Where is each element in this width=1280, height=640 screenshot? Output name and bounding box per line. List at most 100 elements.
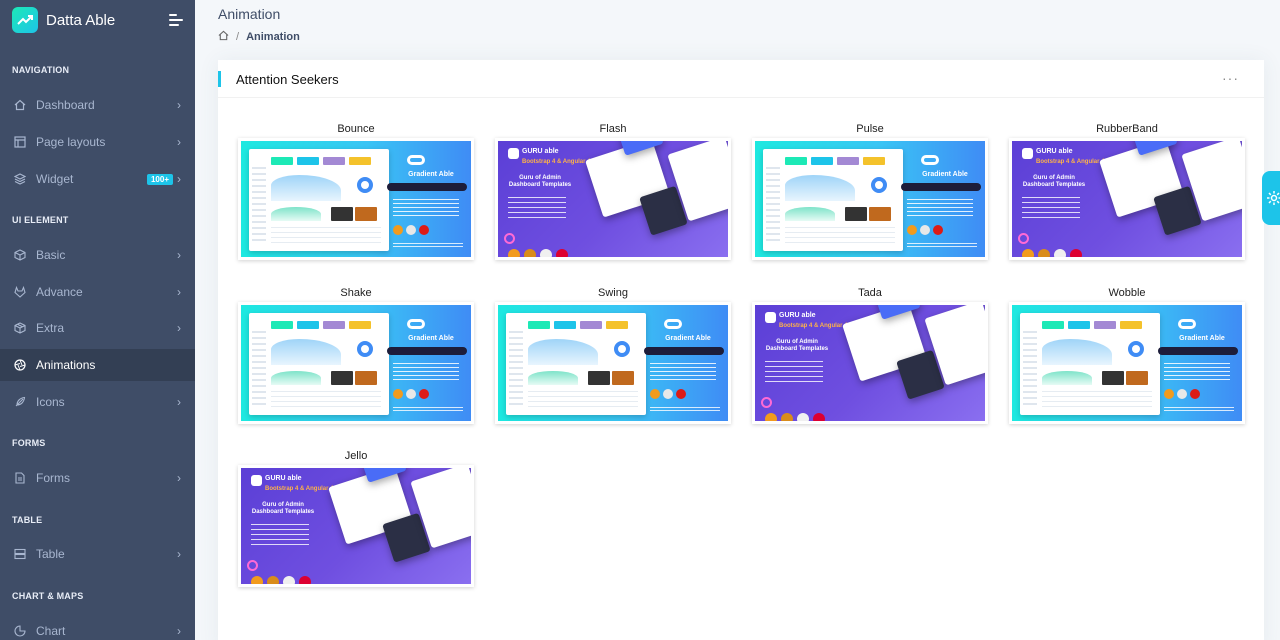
guru-able-preview: GURU able Bootstrap 4 & Angular 4 Guru of … [498, 141, 728, 257]
thumb-brand-text: Gradient Able [922, 171, 968, 178]
animation-item-rubberband: RubberBand GURU able Bootstrap 4 & Angular… [1009, 122, 1245, 260]
chevron-right-icon: › [177, 624, 181, 638]
animation-item-pulse: Pulse Gradient Able [752, 122, 988, 260]
sidebar-item-forms[interactable]: Forms › [0, 462, 195, 494]
sidebar-item-dashboard[interactable]: Dashboard › [0, 89, 195, 121]
gradient-able-preview: Gradient Able [241, 305, 471, 421]
sidebar-item-label: Page layouts [36, 135, 106, 149]
sidebar-item-label: Icons [36, 395, 65, 409]
home-icon[interactable] [218, 30, 229, 44]
thumb-subtitle: Bootstrap 4 & Angular 4 [265, 486, 334, 492]
pie-chart-icon [14, 625, 26, 637]
breadcrumb-separator: / [236, 31, 240, 43]
settings-gear-icon[interactable] [1262, 171, 1280, 225]
caption-ui-element: UI ELEMENT [12, 215, 69, 225]
aperture-icon [14, 359, 26, 371]
thumb-heading: Guru of Admin Dashboard Templates [765, 339, 829, 352]
animation-item-tada: Tada GURU able Bootstrap 4 & Angular 4 Guru… [752, 286, 988, 424]
animation-label: Bounce [337, 123, 375, 135]
sidebar-item-label: Animations [36, 358, 96, 372]
animation-label: Shake [340, 287, 372, 299]
box-icon [14, 249, 26, 261]
sidebar-item-chart[interactable]: Chart › [0, 615, 195, 640]
caption-chart-maps: CHART & MAPS [12, 591, 84, 601]
chevron-right-icon: › [177, 321, 181, 335]
thumb-brand-text: GURU able [779, 312, 816, 319]
thumb-subtitle: Bootstrap 4 & Angular 4 [779, 323, 848, 329]
sidebar-item-page-layouts[interactable]: Page layouts › [0, 126, 195, 158]
chevron-right-icon: › [177, 172, 181, 186]
animation-label: RubberBand [1096, 123, 1158, 135]
layout-icon [14, 136, 26, 148]
thumb-heading: Guru of Admin Dashboard Templates [1022, 175, 1086, 188]
sidebar-item-label: Extra [36, 321, 65, 335]
package-icon [14, 322, 26, 334]
more-horizontal-icon[interactable]: ··· [1222, 70, 1239, 86]
home-icon [14, 99, 26, 111]
animation-thumbnail[interactable]: Gradient Able [1009, 302, 1245, 424]
sidebar-item-label: Widget [36, 172, 74, 186]
animation-item-swing: Swing Gradient Able [495, 286, 731, 424]
animation-thumbnail[interactable]: Gradient Able [495, 302, 731, 424]
gitlab-icon [14, 286, 26, 298]
thumb-brand-text: Gradient Able [665, 335, 711, 342]
animation-thumbnail[interactable]: GURU able Bootstrap 4 & Angular 4 Guru of … [495, 138, 731, 260]
chevron-right-icon: › [177, 285, 181, 299]
sidebar-item-animations[interactable]: Animations [0, 349, 195, 381]
animation-label: Tada [858, 287, 882, 299]
animation-label: Pulse [856, 123, 884, 135]
card-title: Attention Seekers [236, 72, 339, 87]
animation-thumbnail[interactable]: GURU able Bootstrap 4 & Angular 4 Guru of … [238, 465, 474, 587]
thumb-brand-text: Gradient Able [408, 335, 454, 342]
guru-able-preview: GURU able Bootstrap 4 & Angular 4 Guru of … [1012, 141, 1242, 257]
animation-item-jello: Jello GURU able Bootstrap 4 & Angular 4 Gur… [238, 449, 474, 587]
sidebar-item-icons[interactable]: Icons › [0, 386, 195, 418]
sidebar-item-widget[interactable]: Widget 100+ › [0, 163, 195, 195]
animation-thumbnail[interactable]: Gradient Able [238, 302, 474, 424]
brand-name: Datta Able [46, 11, 116, 29]
menu-toggle-icon[interactable] [169, 14, 183, 26]
sidebar-item-advance[interactable]: Advance › [0, 276, 195, 308]
sidebar-item-table[interactable]: Table › [0, 538, 195, 570]
animation-thumbnail[interactable]: GURU able Bootstrap 4 & Angular 4 Guru of … [1009, 138, 1245, 260]
chevron-right-icon: › [177, 547, 181, 561]
sidebar-item-label: Chart [36, 624, 66, 638]
sidebar-item-label: Advance [36, 285, 83, 299]
gradient-able-preview: Gradient Able [1012, 305, 1242, 421]
animation-label: Wobble [1108, 287, 1146, 299]
chevron-right-icon: › [177, 395, 181, 409]
animation-item-wobble: Wobble Gradient Able [1009, 286, 1245, 424]
animation-thumbnail[interactable]: Gradient Able [752, 138, 988, 260]
sidebar-item-label: Forms [36, 471, 70, 485]
animation-item-flash: Flash GURU able Bootstrap 4 & Angular 4 Gur… [495, 122, 731, 260]
thumb-brand-text: GURU able [522, 148, 559, 155]
sidebar-item-label: Table [36, 547, 65, 561]
thumb-brand-text: Gradient Able [408, 171, 454, 178]
chevron-right-icon: › [177, 98, 181, 112]
sidebar: Datta Able NAVIGATION Dashboard › Page l… [0, 0, 195, 640]
card-header: Attention Seekers ··· [218, 60, 1264, 98]
thumb-heading: Guru of Admin Dashboard Templates [508, 175, 572, 188]
layers-icon [14, 173, 26, 185]
breadcrumb: / Animation [218, 30, 300, 44]
breadcrumb-current: Animation [246, 31, 300, 43]
animation-thumbnail[interactable]: Gradient Able [238, 138, 474, 260]
trending-up-icon [12, 7, 38, 33]
feather-icon [14, 396, 26, 408]
animation-thumbnail[interactable]: GURU able Bootstrap 4 & Angular 4 Guru of … [752, 302, 988, 424]
thumb-brand-text: Gradient Able [1179, 335, 1225, 342]
sidebar-item-basic[interactable]: Basic › [0, 239, 195, 271]
chevron-right-icon: › [177, 135, 181, 149]
sidebar-item-extra[interactable]: Extra › [0, 312, 195, 344]
thumb-subtitle: Bootstrap 4 & Angular 4 [522, 159, 591, 165]
caption-forms: FORMS [12, 438, 46, 448]
animation-label: Swing [598, 287, 628, 299]
thumb-subtitle: Bootstrap 4 & Angular 4 [1036, 159, 1105, 165]
thumb-brand-text: GURU able [265, 475, 302, 482]
animation-item-shake: Shake Gradient Able [238, 286, 474, 424]
attention-seekers-card: Attention Seekers ··· Bounce Gradient Abl… [218, 60, 1264, 640]
thumb-brand-text: GURU able [1036, 148, 1073, 155]
animation-label: Jello [344, 450, 368, 462]
brand: Datta Able [0, 0, 195, 40]
caption-table: TABLE [12, 515, 43, 525]
